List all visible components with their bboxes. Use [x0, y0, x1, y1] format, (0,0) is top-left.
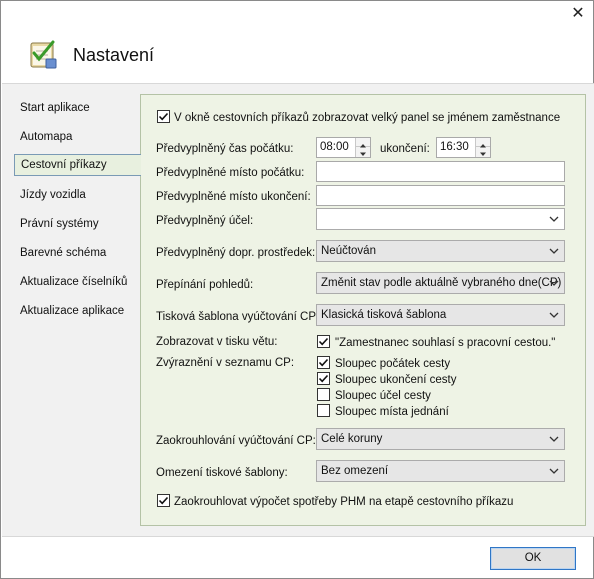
template-limit-value: Bez omezení	[321, 465, 389, 477]
highlight-purpose-checkbox[interactable]	[317, 388, 330, 401]
spin-up-icon[interactable]	[356, 138, 370, 148]
print-template-value: Klasická tisková šablona	[321, 309, 447, 321]
sidebar-item-pravni-systemy[interactable]: Právní systémy	[20, 214, 99, 234]
highlight-start-checkbox[interactable]	[317, 356, 330, 369]
chevron-down-icon	[549, 216, 559, 222]
big-panel-label: V okně cestovních příkazů zobrazovat vel…	[174, 112, 561, 124]
view-switch-select[interactable]: Změnit stav podle aktuálně vybraného dne…	[316, 272, 565, 294]
big-panel-checkbox[interactable]	[157, 110, 170, 123]
template-limit-label: Omezení tiskové šablony:	[156, 467, 288, 479]
highlight-end-checkbox[interactable]	[317, 372, 330, 385]
sidebar-item-jizdy-vozidla[interactable]: Jízdy vozidla	[20, 185, 86, 205]
purpose-label: Předvyplněný účel:	[156, 215, 254, 227]
spin-down-icon[interactable]	[356, 147, 370, 156]
start-time-label: Předvyplněný čas počátku:	[156, 143, 294, 155]
highlight-meeting-checkbox[interactable]	[317, 404, 330, 417]
ok-button[interactable]: OK	[490, 547, 576, 570]
start-place-label: Předvyplněné místo počátku:	[156, 167, 305, 179]
start-place-input[interactable]	[316, 161, 565, 182]
transport-select[interactable]: Neúčtován	[316, 240, 565, 262]
chevron-down-icon	[549, 468, 559, 474]
spin-up-icon[interactable]	[476, 138, 490, 148]
sidebar-item-start-aplikace[interactable]: Start aplikace	[20, 98, 90, 118]
print-sentence-label: Zobrazovat v tisku větu:	[156, 336, 278, 348]
notepad-checklist-icon	[26, 37, 60, 71]
close-button[interactable]: ✕	[567, 5, 589, 23]
chevron-down-icon	[549, 436, 559, 442]
settings-panel: V okně cestovních příkazů zobrazovat vel…	[140, 94, 586, 526]
highlight-label: Zvýraznění v seznamu CP:	[156, 357, 295, 369]
chevron-down-icon	[549, 312, 559, 318]
chevron-down-icon	[549, 280, 559, 286]
start-time-value: 08:00	[320, 141, 349, 153]
print-template-select[interactable]: Klasická tisková šablona	[316, 304, 565, 326]
transport-value: Neúčtován	[321, 245, 376, 257]
purpose-select[interactable]	[316, 208, 565, 230]
print-sentence-option: "Zamestnanec souhlasí s pracovní cestou.…	[335, 337, 556, 349]
dialog-title: Nastavení	[73, 45, 155, 65]
fuel-rounding-checkbox[interactable]	[157, 494, 170, 507]
settings-dialog: ✕ Nastavení Start aplikace Automapa Cest…	[0, 0, 594, 579]
template-limit-select[interactable]: Bez omezení	[316, 460, 565, 482]
sidebar-item-aktualizace-ciselniku[interactable]: Aktualizace číselníků	[20, 272, 127, 292]
highlight-purpose-label: Sloupec účel cesty	[335, 390, 431, 402]
sidebar-item-cestovni-prikazy[interactable]: Cestovní příkazy	[14, 154, 141, 176]
start-time-input[interactable]: 08:00	[316, 137, 371, 158]
spin-down-icon[interactable]	[476, 147, 490, 156]
end-time-input[interactable]: 16:30	[436, 137, 491, 158]
end-time-spinner[interactable]	[475, 138, 490, 157]
sidebar-item-barevne-schema[interactable]: Barevné schéma	[20, 243, 106, 263]
footer-divider	[2, 536, 594, 537]
transport-label: Předvyplněný dopr. prostředek:	[156, 247, 316, 259]
end-place-input[interactable]	[316, 185, 565, 206]
highlight-meeting-label: Sloupec místa jednání	[335, 406, 449, 418]
rounding-value: Celé koruny	[321, 433, 383, 445]
end-time-label: ukončení:	[380, 143, 430, 155]
view-switch-label: Přepínání pohledů:	[156, 279, 254, 291]
sidebar-item-aktualizace-aplikace[interactable]: Aktualizace aplikace	[20, 301, 124, 321]
print-template-label: Tisková šablona vyúčtování CP:	[156, 311, 320, 323]
print-sentence-checkbox[interactable]	[317, 335, 330, 348]
start-time-spinner[interactable]	[355, 138, 370, 157]
highlight-start-label: Sloupec počátek cesty	[335, 358, 451, 370]
highlight-end-label: Sloupec ukončení cesty	[335, 374, 457, 386]
chevron-down-icon	[549, 248, 559, 254]
end-time-value: 16:30	[440, 141, 469, 153]
view-switch-value: Změnit stav podle aktuálně vybraného dne…	[321, 277, 562, 289]
sidebar-item-automapa[interactable]: Automapa	[20, 127, 72, 147]
rounding-select[interactable]: Celé koruny	[316, 428, 565, 450]
fuel-rounding-label: Zaokrouhlovat výpočet spotřeby PHM na et…	[174, 496, 514, 508]
rounding-label: Zaokrouhlování vyúčtování CP:	[156, 435, 316, 447]
end-place-label: Předvyplněné místo ukončení:	[156, 191, 311, 203]
